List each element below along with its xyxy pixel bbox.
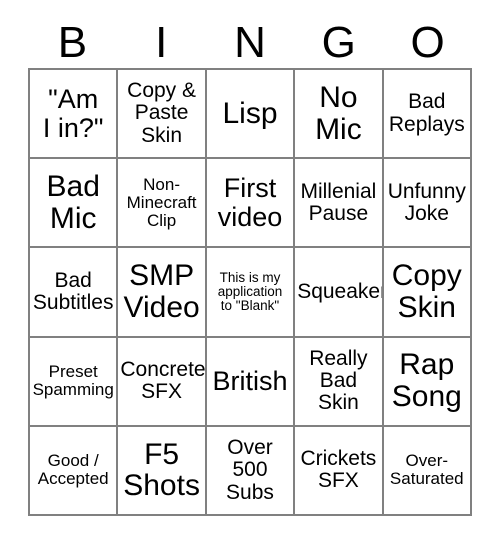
bingo-cell-label: Crickets SFX xyxy=(300,447,377,493)
bingo-cell[interactable]: Over- Saturated xyxy=(383,426,472,516)
bingo-cell-label: This is my application to "Blank" xyxy=(217,269,283,314)
bingo-cell[interactable]: Non- Minecraft Clip xyxy=(118,159,207,249)
bingo-cell[interactable]: Millenial Pause xyxy=(295,159,384,249)
bingo-cell-label: Preset Spamming xyxy=(32,362,114,400)
bingo-cell[interactable]: Over 500 Subs xyxy=(206,426,296,516)
bingo-cell[interactable]: Preset Spamming xyxy=(30,337,119,427)
header-letter-b: B xyxy=(57,18,88,67)
bingo-cell-label: Good / Accepted xyxy=(37,451,109,489)
header-letter-o: O xyxy=(410,18,445,67)
bingo-cell[interactable]: Good / Accepted xyxy=(30,426,119,516)
bingo-cell-label: Copy & Paste Skin xyxy=(127,79,197,147)
bingo-cell-label: Rap Song xyxy=(391,348,462,414)
bingo-cell[interactable]: Bad Mic xyxy=(30,159,119,249)
bingo-cell[interactable]: No Mic xyxy=(295,70,384,160)
bingo-cell-label: Lisp xyxy=(222,96,278,130)
bingo-cell-label: Bad Replays xyxy=(388,90,465,136)
bingo-cell-label: Really Bad Skin xyxy=(309,346,368,415)
bingo-cell[interactable]: SMP Video xyxy=(118,248,207,338)
bingo-cell-label: British xyxy=(212,365,288,396)
bingo-cell-label: SMP Video xyxy=(123,259,200,324)
header-letter-g: G xyxy=(321,18,356,67)
bingo-cell-label: No Mic xyxy=(315,80,362,146)
bingo-header: B I N G O xyxy=(28,18,472,68)
bingo-cell-label: First video xyxy=(217,173,283,232)
bingo-cell-label: Copy Skin xyxy=(391,259,462,324)
bingo-cell-label: Concrete SFX xyxy=(120,357,206,404)
bingo-cell-label: "Am I in?" xyxy=(42,83,104,143)
bingo-cell[interactable]: F5 Shots xyxy=(118,426,207,516)
header-letter-n: N xyxy=(234,18,266,67)
bingo-cell-label: Millenial Pause xyxy=(300,179,377,225)
bingo-cell[interactable]: Unfunny Joke xyxy=(383,159,472,249)
bingo-cell[interactable]: Bad Subtitles xyxy=(30,248,119,338)
bingo-cell[interactable]: Crickets SFX xyxy=(295,426,384,516)
bingo-cell-label: F5 Shots xyxy=(123,437,200,503)
bingo-cell[interactable]: Concrete SFX xyxy=(118,337,207,427)
bingo-cell[interactable]: Lisp xyxy=(206,70,296,160)
bingo-cell[interactable]: Bad Replays xyxy=(383,70,472,160)
bingo-cell[interactable]: Really Bad Skin xyxy=(295,337,384,427)
bingo-cell[interactable]: British xyxy=(206,337,296,427)
bingo-cell-label: Unfunny Joke xyxy=(387,179,466,225)
bingo-cell-label: Non- Minecraft Clip xyxy=(126,174,197,230)
bingo-cell[interactable]: First video xyxy=(206,159,296,249)
bingo-cell-label: Over 500 Subs xyxy=(226,436,274,504)
bingo-cell-label: Over- Saturated xyxy=(389,451,464,489)
bingo-cell[interactable]: Rap Song xyxy=(383,337,472,427)
bingo-grid: "Am I in?" Copy & Paste Skin Lisp No Mic… xyxy=(28,68,472,516)
header-letter-i: I xyxy=(155,18,168,67)
bingo-cell[interactable]: Squeaker xyxy=(295,248,384,338)
bingo-cell[interactable]: Copy Skin xyxy=(383,248,472,338)
bingo-cell-center[interactable]: This is my application to "Blank" xyxy=(206,248,296,338)
bingo-card: B I N G O "Am I in?" Copy & Paste Skin L… xyxy=(0,0,500,544)
bingo-cell-label: Bad Subtitles xyxy=(32,268,114,314)
bingo-cell[interactable]: "Am I in?" xyxy=(30,70,119,160)
bingo-cell-label: Squeaker xyxy=(297,279,384,303)
bingo-cell-label: Bad Mic xyxy=(46,169,100,235)
bingo-cell[interactable]: Copy & Paste Skin xyxy=(118,70,207,160)
